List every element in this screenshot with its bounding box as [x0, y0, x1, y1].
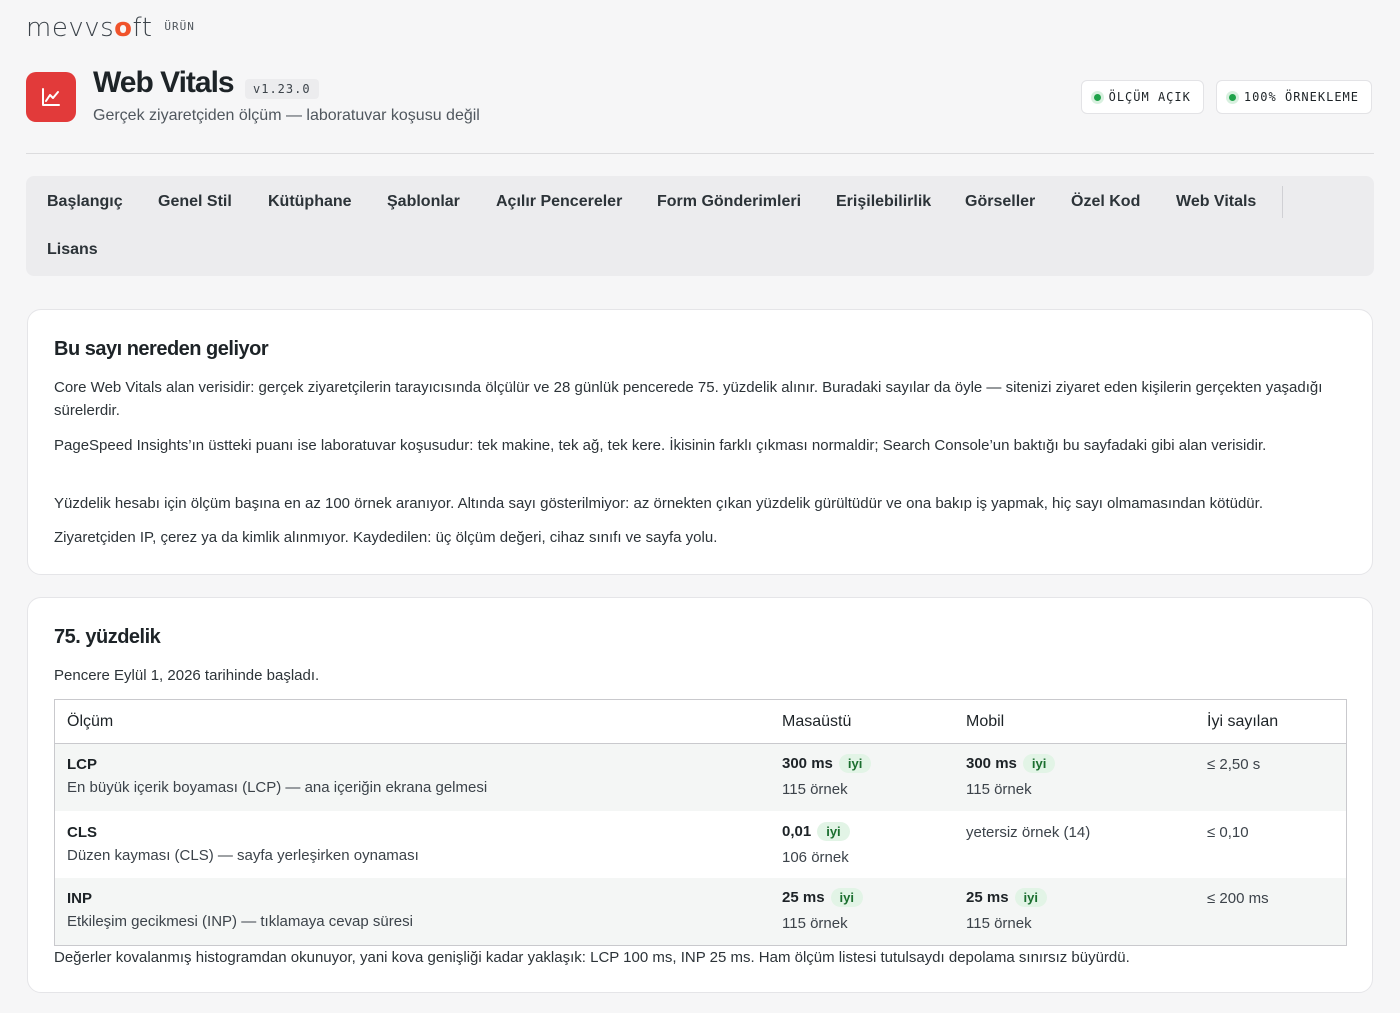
brand-logo[interactable]: mevvsoft — [26, 12, 152, 44]
tab-acilir-pencereler[interactable]: Açılır Pencereler — [496, 193, 622, 211]
tab-nav: Başlangıç Genel Stil Kütüphane Şablonlar… — [26, 176, 1374, 276]
rating-badge: iyi — [830, 888, 864, 907]
paragraph: Core Web Vitals alan verisidir: gerçek z… — [54, 379, 1323, 419]
rating-badge: iyi — [1022, 754, 1056, 773]
paragraph: Yüzdelik hesabı için ölçüm başına en az … — [54, 495, 1263, 512]
brand-tag: ÜRÜN — [164, 20, 195, 33]
tab-genel-stil[interactable]: Genel Stil — [158, 193, 232, 211]
status-dot-icon — [1093, 93, 1101, 101]
rating-badge: iyi — [1014, 888, 1048, 907]
tab-erisilebilirlik[interactable]: Erişilebilirlik — [836, 193, 931, 211]
column-header: İyi sayılan — [1207, 713, 1279, 730]
sample-count: 115 örnek — [782, 781, 848, 798]
table-row: INP Etkileşim gecikmesi (INP) — tıklamay… — [55, 878, 1346, 945]
window-start-text: Pencere Eylül 1, 2026 tarihinde başladı. — [54, 667, 320, 684]
table-row: LCP En büyük içerik boyaması (LCP) — ana… — [55, 744, 1346, 811]
good-threshold: ≤ 200 ms — [1207, 890, 1269, 907]
column-header: Masaüstü — [782, 713, 852, 730]
tab-kutuphane[interactable]: Kütüphane — [268, 193, 352, 211]
paragraph: PageSpeed Insights’ın üstteki puanı ise … — [54, 437, 1267, 454]
sample-count: 115 örnek — [782, 915, 848, 932]
page-title: Web Vitals — [93, 66, 235, 99]
tab-web-vitals[interactable]: Web Vitals — [1176, 193, 1256, 211]
rating-badge: iyi — [838, 754, 872, 773]
good-threshold: ≤ 0,10 — [1207, 824, 1249, 841]
tab-sablonlar[interactable]: Şablonlar — [387, 193, 460, 211]
status-dot-icon — [1228, 93, 1236, 101]
desktop-value: 300 ms iyi — [782, 754, 872, 773]
version-badge: v1.23.0 — [245, 79, 319, 99]
sample-count: 106 örnek — [782, 849, 849, 866]
metric-description: En büyük içerik boyaması (LCP) — ana içe… — [67, 779, 488, 796]
tab-baslangic[interactable]: Başlangıç — [47, 193, 123, 211]
brand-bar: mevvsoft ÜRÜN — [26, 12, 195, 44]
vitals-table: Ölçüm Masaüstü Mobil İyi sayılan LCP En … — [54, 699, 1347, 946]
card-title: 75. yüzdelik — [54, 626, 161, 648]
column-header: Ölçüm — [67, 713, 114, 730]
desktop-value: 25 ms iyi — [782, 888, 864, 907]
header-divider — [26, 153, 1374, 154]
good-threshold: ≤ 2,50 s — [1207, 756, 1261, 773]
rating-badge: iyi — [817, 822, 850, 841]
nav-divider — [1282, 186, 1283, 218]
card-title: Bu sayı nereden geliyor — [54, 338, 269, 360]
sample-count: 115 örnek — [966, 781, 1032, 798]
status-badges: ÖLÇÜM AÇIK 100% ÖRNEKLEME — [1080, 80, 1372, 114]
metric-description: Düzen kayması (CLS) — sayfa yerleşirken … — [67, 847, 419, 864]
tab-gorseller[interactable]: Görseller — [965, 193, 1035, 211]
chart-line-icon — [26, 72, 76, 122]
mobile-value: 300 ms iyi — [966, 754, 1056, 773]
status-badge-sampling: 100% ÖRNEKLEME — [1215, 80, 1372, 114]
sample-count: 115 örnek — [966, 915, 1032, 932]
insufficient-samples: yetersiz örnek (14) — [966, 824, 1091, 841]
table-footnote: Değerler kovalanmış histogramdan okunuyo… — [54, 949, 1130, 966]
status-badge-measurement: ÖLÇÜM AÇIK — [1080, 80, 1204, 114]
metric-name: LCP — [67, 756, 97, 773]
metric-name: CLS — [67, 824, 97, 841]
source-info-card: Bu sayı nereden geliyor Core Web Vitals … — [27, 309, 1373, 575]
metric-description: Etkileşim gecikmesi (INP) — tıklamaya ce… — [67, 913, 413, 930]
tab-lisans[interactable]: Lisans — [47, 241, 98, 259]
table-header: Ölçüm Masaüstü Mobil İyi sayılan — [55, 700, 1346, 744]
metric-name: INP — [67, 890, 93, 907]
desktop-value: 0,01 iyi — [782, 822, 850, 841]
tab-ozel-kod[interactable]: Özel Kod — [1071, 193, 1140, 211]
tab-form-gonderimleri[interactable]: Form Gönderimleri — [657, 193, 801, 211]
page-subtitle: Gerçek ziyaretçiden ölçüm — laboratuvar … — [93, 107, 480, 124]
paragraph: Ziyaretçiden IP, çerez ya da kimlik alın… — [54, 529, 718, 546]
table-row: CLS Düzen kayması (CLS) — sayfa yerleşir… — [55, 811, 1346, 878]
column-header: Mobil — [966, 713, 1005, 730]
percentile-card: 75. yüzdelik Pencere Eylül 1, 2026 tarih… — [27, 597, 1373, 993]
mobile-value: 25 ms iyi — [966, 888, 1048, 907]
